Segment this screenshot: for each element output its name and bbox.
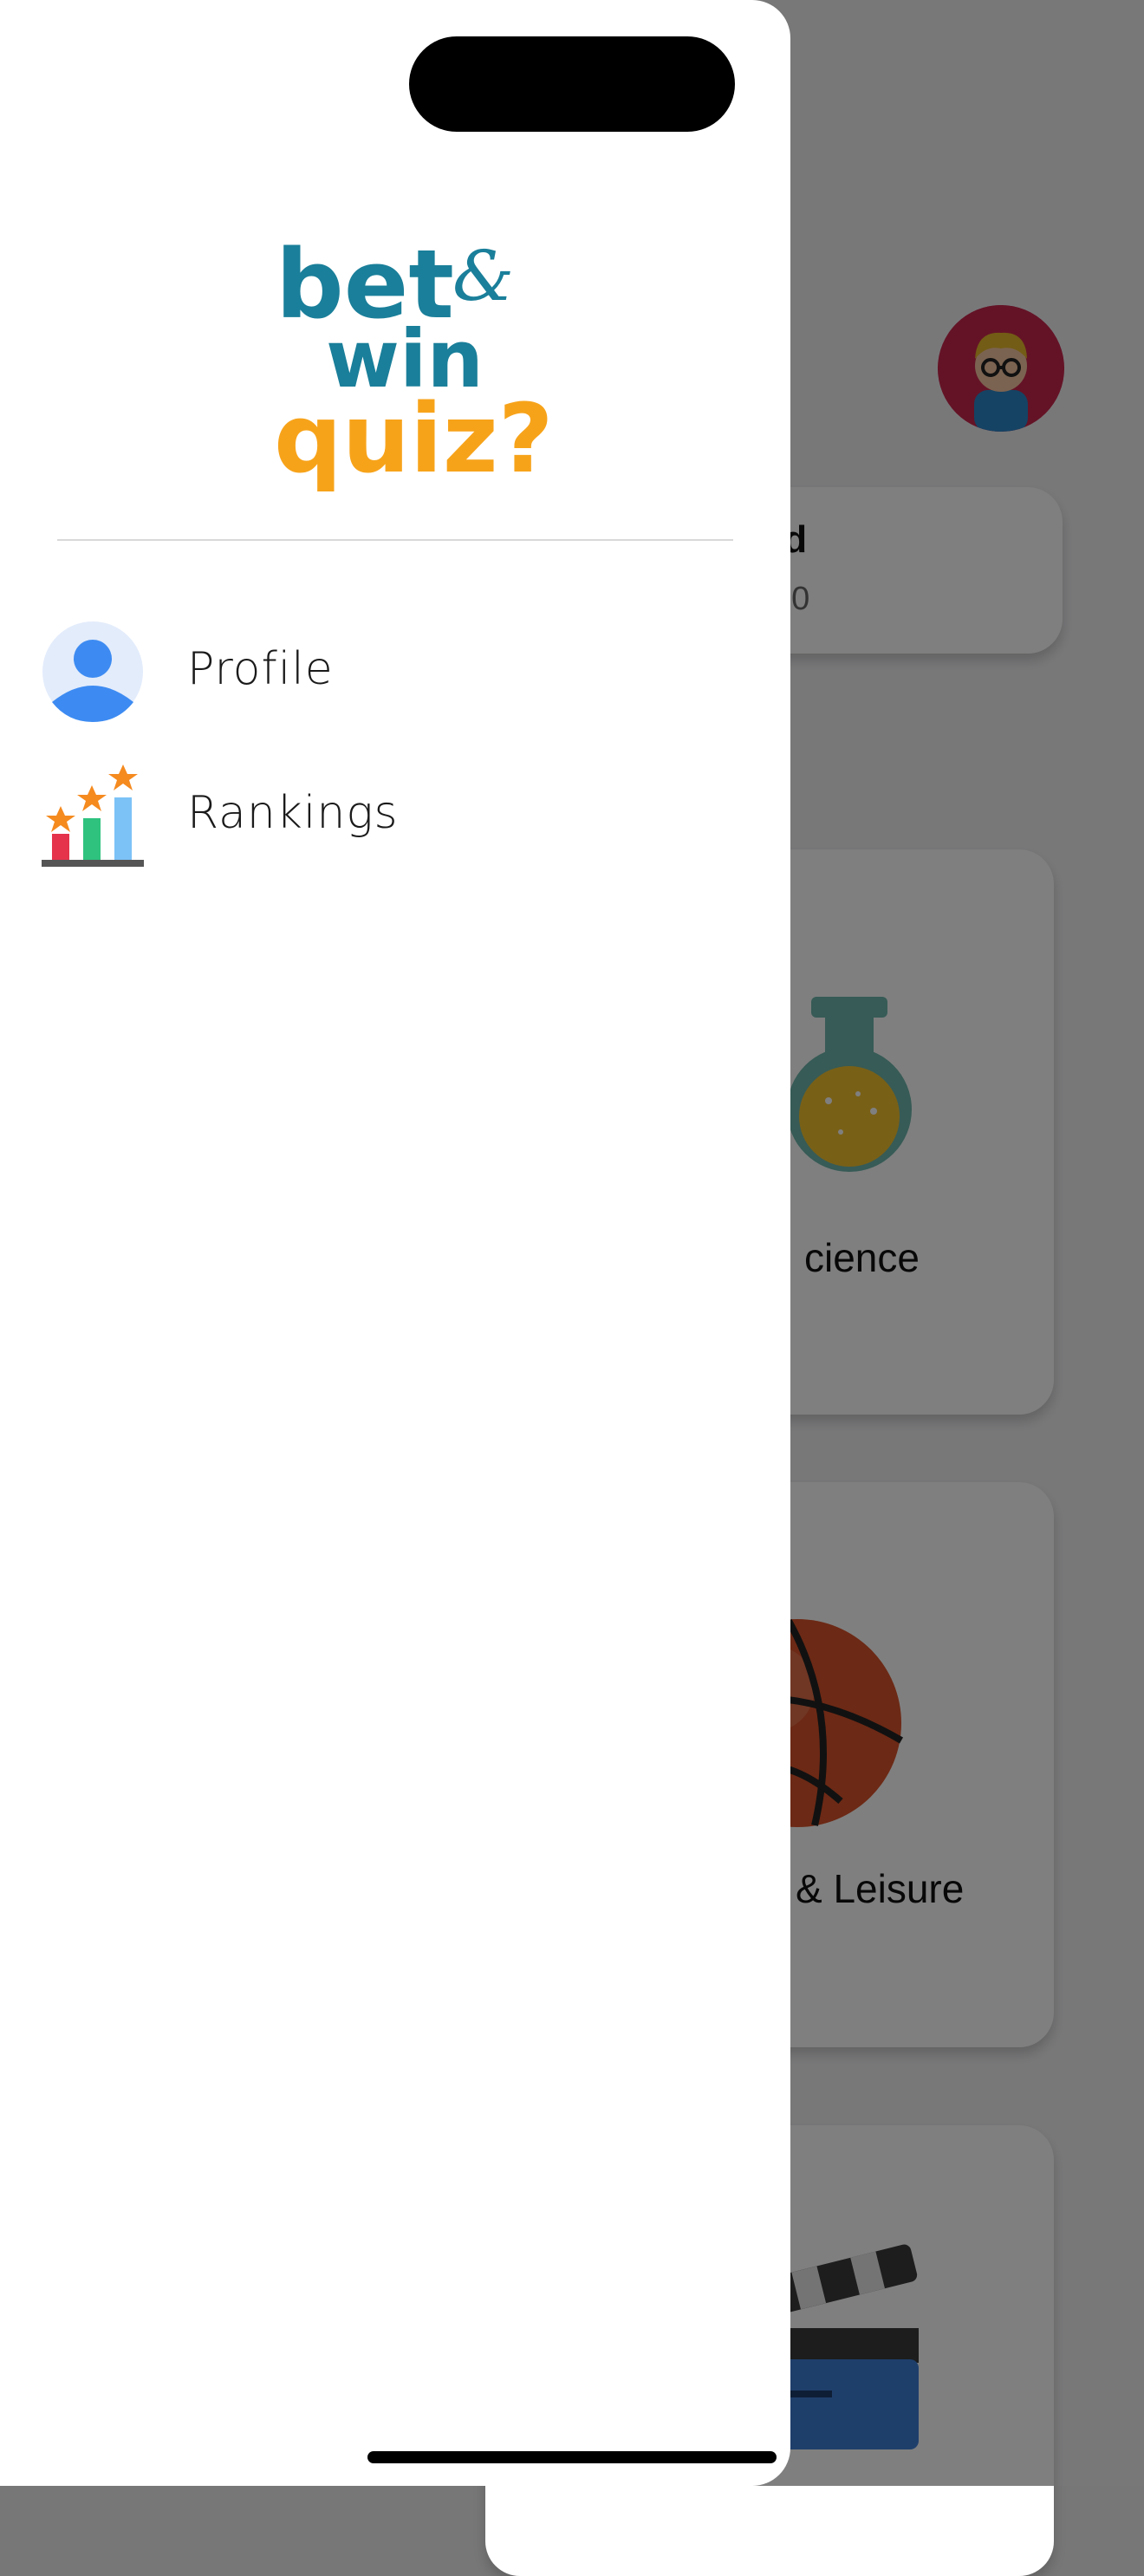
drawer-item-label-rankings: Rankings — [187, 787, 399, 839]
drawer-divider — [57, 539, 733, 541]
rankings-chart-icon — [40, 763, 146, 868]
logo-text-ampersand: & — [452, 236, 514, 316]
app-logo: bet & win quiz? — [274, 229, 554, 494]
navigation-drawer: bet & win quiz? Profile Rankings — [0, 0, 790, 2486]
dynamic-island — [409, 36, 735, 132]
home-indicator[interactable] — [367, 2451, 777, 2463]
drawer-item-label-profile: Profile — [187, 643, 334, 695]
profile-icon — [40, 619, 146, 725]
logo-text-quiz: quiz? — [274, 383, 554, 494]
drawer-item-rankings[interactable]: Rankings — [40, 763, 733, 875]
drawer-item-profile[interactable]: Profile — [40, 619, 733, 732]
